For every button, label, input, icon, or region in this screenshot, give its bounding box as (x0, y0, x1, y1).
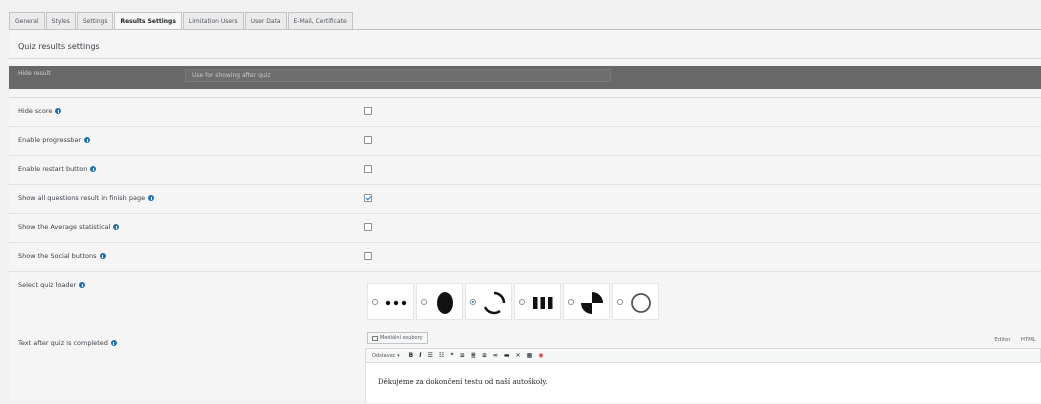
info-icon[interactable] (110, 340, 117, 346)
info-icon[interactable] (113, 224, 120, 230)
setting-label: Show all questions result in finish page (18, 194, 155, 202)
editor-toolbar: Odstavec ▾ B I ☰ ☷ ❝ ≡ ≣ ≡ ∞ ▬ ✕ ▦ ◉ (365, 348, 1041, 363)
tab-email-certificate[interactable]: E-Mail, Certificate (287, 12, 353, 29)
align-right-icon[interactable]: ≡ (482, 352, 487, 359)
results-settings-panel: Quiz results settings Hide result Use fo… (9, 29, 1041, 403)
record-icon[interactable]: ◉ (538, 352, 543, 359)
progressbar-checkbox[interactable] (364, 136, 372, 144)
loader-radio[interactable] (568, 299, 574, 305)
restart-button-checkbox[interactable] (364, 165, 372, 173)
info-icon[interactable] (79, 282, 86, 288)
setting-label: Show the Average statistical (18, 223, 120, 231)
info-icon[interactable] (55, 108, 62, 114)
bold-icon[interactable]: B (409, 352, 414, 359)
tab-styles[interactable]: Styles (45, 12, 76, 29)
loader-option-quadrant[interactable] (563, 283, 610, 320)
setting-label: Select quiz loader (18, 281, 86, 289)
setting-label: Enable progressbar (18, 136, 91, 144)
ellipse-loader-icon (437, 292, 453, 314)
ring-loader-icon (631, 293, 651, 313)
panel-title: Quiz results settings (18, 42, 100, 51)
tab-html-editor[interactable]: HTML (1016, 337, 1041, 343)
loader-option-arc[interactable] (465, 283, 512, 320)
bullet-list-icon[interactable]: ☰ (427, 352, 432, 359)
setting-row-progressbar: Enable progressbar (9, 127, 1041, 156)
setting-row-average-statistical: Show the Average statistical (9, 214, 1041, 243)
loader-radio[interactable] (421, 299, 427, 305)
dots-loader-icon (385, 300, 407, 306)
media-icon (372, 335, 378, 341)
add-media-button[interactable]: Mediální soubory (367, 332, 428, 344)
loader-option-ring[interactable] (612, 283, 659, 320)
bars-loader-icon (533, 297, 553, 309)
arc-spinner-loader-icon (483, 291, 506, 315)
setting-label: Enable restart button (18, 165, 97, 173)
tab-visual-editor[interactable]: Editor (989, 337, 1015, 343)
loader-radio[interactable] (617, 299, 623, 305)
fullscreen-icon[interactable]: ✕ (516, 352, 521, 359)
loader-option-bars[interactable] (514, 283, 561, 320)
info-icon[interactable] (90, 166, 97, 172)
info-icon[interactable] (84, 137, 91, 143)
average-statistical-checkbox[interactable] (364, 223, 372, 231)
hide-result-row: Hide result Use for showing after quiz (9, 66, 1041, 89)
loader-radio[interactable] (519, 299, 525, 305)
setting-row-restart-button: Enable restart button (9, 156, 1041, 185)
tab-user-data[interactable]: User Data (244, 12, 287, 29)
numbered-list-icon[interactable]: ☷ (439, 352, 444, 359)
toolbar-toggle-icon[interactable]: ▦ (527, 352, 533, 359)
hide-result-input[interactable]: Use for showing after quiz (185, 69, 611, 82)
loader-option-ellipse[interactable] (416, 283, 463, 320)
italic-icon[interactable]: I (419, 352, 421, 359)
loader-radio[interactable] (372, 299, 378, 305)
loader-options (367, 283, 661, 320)
settings-tabs: General Styles Settings Results Settings… (9, 12, 354, 29)
divider (9, 58, 1041, 59)
format-select[interactable]: Odstavec ▾ (372, 353, 400, 359)
loader-option-dots[interactable] (367, 283, 414, 320)
hide-score-checkbox[interactable] (364, 107, 372, 115)
setting-label: Show the Social buttons (18, 252, 106, 260)
align-center-icon[interactable]: ≣ (471, 352, 476, 359)
tab-limitation-users[interactable]: Limitation Users (182, 12, 244, 29)
editor-mode-tabs: Editor HTML (989, 337, 1041, 343)
setting-row-social-buttons: Show the Social buttons (9, 243, 1041, 272)
tab-results-settings[interactable]: Results Settings (114, 12, 182, 29)
setting-label: Text after quiz is completed (18, 339, 117, 347)
hide-result-label: Hide result (18, 70, 51, 77)
setting-label: Hide score (18, 107, 62, 115)
tab-general[interactable]: General (9, 12, 45, 29)
info-icon[interactable] (148, 195, 155, 201)
align-left-icon[interactable]: ≡ (460, 352, 465, 359)
add-media-label: Mediální soubory (380, 335, 423, 341)
editor-text[interactable]: Děkujeme za dokončení testu od naší auto… (378, 378, 548, 386)
blockquote-icon[interactable]: ❝ (450, 352, 454, 359)
setting-row-hide-score: Hide score (9, 98, 1041, 127)
quadrant-loader-icon (581, 292, 603, 314)
all-questions-result-checkbox[interactable] (364, 194, 372, 202)
setting-row-all-questions-result: Show all questions result in finish page (9, 185, 1041, 214)
loader-radio-selected[interactable] (470, 299, 476, 305)
tab-settings[interactable]: Settings (76, 12, 114, 29)
editor-content-area[interactable]: Děkujeme za dokončení testu od naší auto… (365, 363, 1041, 403)
read-more-icon[interactable]: ▬ (504, 352, 510, 359)
info-icon[interactable] (99, 253, 106, 259)
social-buttons-checkbox[interactable] (364, 252, 372, 260)
link-icon[interactable]: ∞ (493, 352, 498, 359)
